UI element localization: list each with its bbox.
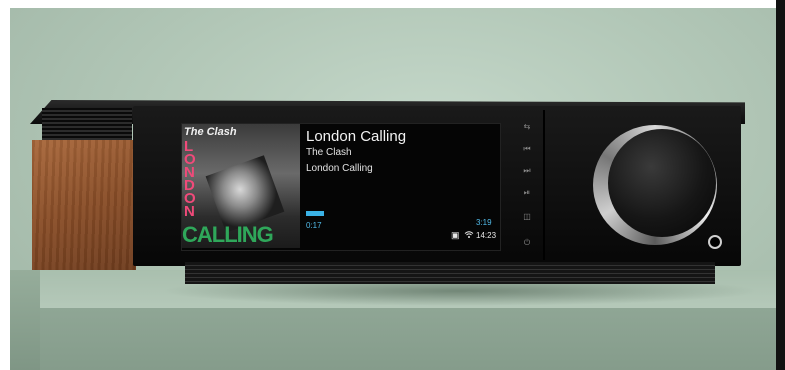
album-top-word: LONDON xyxy=(184,138,196,220)
top-vent xyxy=(42,108,132,142)
volume-knob[interactable] xyxy=(608,129,716,237)
track-artist: The Clash xyxy=(306,147,352,158)
album-bottom-word: CALLING xyxy=(182,222,274,247)
device-base xyxy=(185,262,715,284)
track-album: London Calling xyxy=(306,163,373,174)
power-button[interactable]: ⏻ xyxy=(519,236,535,250)
pedestal-front xyxy=(10,308,776,370)
pedestal-side xyxy=(10,270,40,370)
album-art: The Clash LONDON CALLING xyxy=(182,124,300,248)
play-pause-button[interactable]: ⏯ xyxy=(519,186,535,200)
input-button[interactable]: ◫ xyxy=(519,210,535,224)
memory-card-icon: ▣ xyxy=(451,230,460,240)
track-title: London Calling xyxy=(306,128,407,145)
wifi-icon xyxy=(464,230,474,241)
elapsed-time: 0:17 xyxy=(306,221,322,230)
wood-side-panel xyxy=(32,140,136,270)
next-button[interactable]: ⏭ xyxy=(519,164,535,178)
progress-bar xyxy=(306,211,324,216)
total-time: 3:19 xyxy=(476,218,492,227)
clock: 14:23 xyxy=(476,231,497,240)
source-button[interactable]: ⇆ xyxy=(519,120,535,134)
headphone-jack[interactable] xyxy=(708,235,722,249)
album-band-name: The Clash xyxy=(184,126,237,138)
panel-divider xyxy=(543,110,545,260)
frame-edge xyxy=(776,0,785,370)
previous-button[interactable]: ⏮ xyxy=(519,142,535,156)
